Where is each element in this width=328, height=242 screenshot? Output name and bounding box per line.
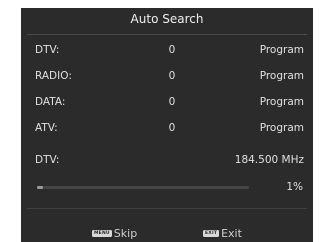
exit-button[interactable]: EXIT Exit bbox=[203, 227, 242, 240]
scan-progress-bar bbox=[37, 186, 249, 189]
result-unit: Program bbox=[259, 70, 304, 82]
result-name: ATV: bbox=[35, 122, 58, 134]
skip-button[interactable]: MENU Skip bbox=[92, 227, 137, 240]
title-divider bbox=[27, 34, 307, 35]
result-row-radio: RADIO: 0 Program bbox=[21, 70, 313, 84]
result-count: 0 bbox=[168, 96, 176, 108]
menu-key-icon: MENU bbox=[92, 230, 112, 237]
result-row-atv: ATV: 0 Program bbox=[21, 122, 313, 136]
dialog-title: Auto Search bbox=[130, 12, 204, 26]
footer-divider bbox=[27, 208, 307, 209]
scan-type: DTV: bbox=[35, 154, 60, 166]
result-unit: Program bbox=[259, 122, 304, 134]
result-name: DTV: bbox=[35, 44, 60, 56]
exit-key-icon: EXIT bbox=[203, 230, 220, 237]
result-count: 0 bbox=[168, 122, 176, 134]
result-unit: Program bbox=[259, 96, 304, 108]
scan-progress-percent: 1% bbox=[286, 181, 303, 193]
result-count: 0 bbox=[168, 44, 176, 56]
exit-label: Exit bbox=[221, 227, 242, 240]
result-name: DATA: bbox=[35, 96, 66, 108]
skip-label: Skip bbox=[113, 227, 138, 240]
scan-frequency: 184.500 MHz bbox=[234, 154, 304, 166]
result-unit: Program bbox=[259, 44, 304, 56]
result-row-data: DATA: 0 Program bbox=[21, 96, 313, 110]
result-row-dtv: DTV: 0 Program bbox=[21, 44, 313, 58]
auto-search-dialog: Auto Search DTV: 0 Program RADIO: 0 Prog… bbox=[21, 8, 313, 242]
scan-status-row: DTV: 184.500 MHz bbox=[21, 154, 313, 168]
scan-progress-fill bbox=[37, 186, 44, 189]
result-count: 0 bbox=[168, 70, 176, 82]
result-name: RADIO: bbox=[35, 70, 72, 82]
